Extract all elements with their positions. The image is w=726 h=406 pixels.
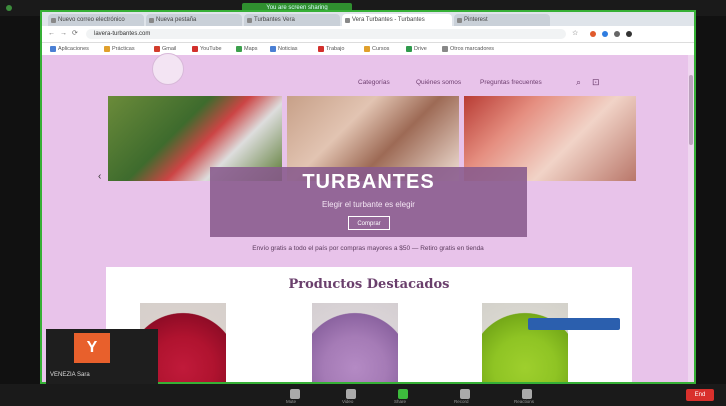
page-scrollbar[interactable] — [688, 55, 694, 382]
address-bar[interactable]: lavera-turbantes.com — [86, 29, 566, 39]
bookmark-item[interactable]: Prácticas — [104, 45, 135, 53]
zoom-control-bar: Mute Video Share Record Reactions End — [0, 384, 726, 406]
tab-favicon-icon — [149, 18, 154, 23]
promo-text: Envío gratis a todo el país por compras … — [252, 245, 484, 252]
browser-tab[interactable]: Nuevo correo electrónico — [48, 14, 144, 26]
bookmark-item[interactable]: YouTube — [192, 45, 222, 53]
mute-icon[interactable] — [290, 389, 300, 399]
record-icon[interactable] — [460, 389, 470, 399]
reactions-icon[interactable] — [522, 389, 532, 399]
tab-favicon-icon — [345, 18, 350, 23]
products-title: Productos Destacados — [288, 277, 450, 292]
extension-icon[interactable] — [614, 31, 620, 37]
avatar: Y — [74, 333, 110, 363]
bookmark-item[interactable]: Noticias — [270, 45, 298, 53]
extension-icon[interactable] — [602, 31, 608, 37]
participant-name: VENEZIA Sara — [50, 372, 90, 378]
browser-tab[interactable]: Turbantes Vera — [244, 14, 340, 26]
browser-toolbar: ← → ⟳ lavera-turbantes.com ☆ — [42, 26, 694, 43]
chevron-left-icon[interactable]: ‹ — [98, 171, 101, 182]
tab-favicon-icon — [457, 18, 462, 23]
cart-icon[interactable]: ⊡ — [592, 77, 600, 88]
bookmark-item[interactable]: Cursos — [364, 45, 389, 53]
browser-tab-active[interactable]: Vera Turbantes - Turbantes — [342, 14, 452, 26]
security-icon[interactable] — [6, 5, 12, 11]
profile-avatar[interactable] — [626, 31, 632, 37]
forward-icon[interactable]: → — [60, 30, 67, 38]
menu-item-quienes-somos[interactable]: Quiénes somos — [416, 79, 461, 86]
video-icon[interactable] — [346, 389, 356, 399]
share-screen-icon[interactable] — [398, 389, 408, 399]
hero-button[interactable]: Comprar — [348, 216, 390, 230]
tab-favicon-icon — [51, 18, 56, 23]
site-logo[interactable] — [152, 53, 184, 85]
product-image — [312, 303, 398, 382]
tab-favicon-icon — [247, 18, 252, 23]
back-icon[interactable]: ← — [48, 30, 55, 38]
product-image — [482, 303, 568, 382]
bookmark-item[interactable]: Maps — [236, 45, 257, 53]
star-icon[interactable]: ☆ — [572, 30, 578, 38]
hero-overlay: TURBANTES Elegir el turbante es elegir C… — [210, 167, 527, 237]
end-meeting-button[interactable]: End — [686, 389, 714, 401]
bookmark-item[interactable]: Otros marcadores — [442, 45, 494, 53]
extension-icon[interactable] — [590, 31, 596, 37]
browser-tab-strip: Nuevo correo electrónico Nueva pestaña T… — [42, 12, 694, 26]
scrollbar-thumb[interactable] — [689, 75, 693, 145]
bookmark-item[interactable]: Trabajo — [318, 45, 344, 53]
browser-tab[interactable]: Nueva pestaña — [146, 14, 242, 26]
menu-item-categorias[interactable]: Categorías — [358, 79, 390, 86]
product-card[interactable] — [482, 303, 568, 382]
bookmark-item[interactable]: Gmail — [154, 45, 176, 53]
participant-video[interactable]: Y VENEZIA Sara — [46, 329, 158, 384]
chat-popup[interactable] — [528, 318, 620, 330]
search-icon[interactable]: ⌕ — [576, 77, 581, 88]
bookmark-item[interactable]: Aplicaciones — [50, 45, 89, 53]
bookmark-item[interactable]: Drive — [406, 45, 427, 53]
hero-title: TURBANTES — [302, 171, 435, 193]
browser-tab[interactable]: Pinterest — [454, 14, 550, 26]
reload-icon[interactable]: ⟳ — [72, 30, 78, 38]
hero-subtitle: Elegir el turbante es elegir — [322, 200, 415, 209]
menu-item-preguntas[interactable]: Preguntas frecuentes — [480, 79, 542, 86]
product-card[interactable] — [312, 303, 398, 382]
